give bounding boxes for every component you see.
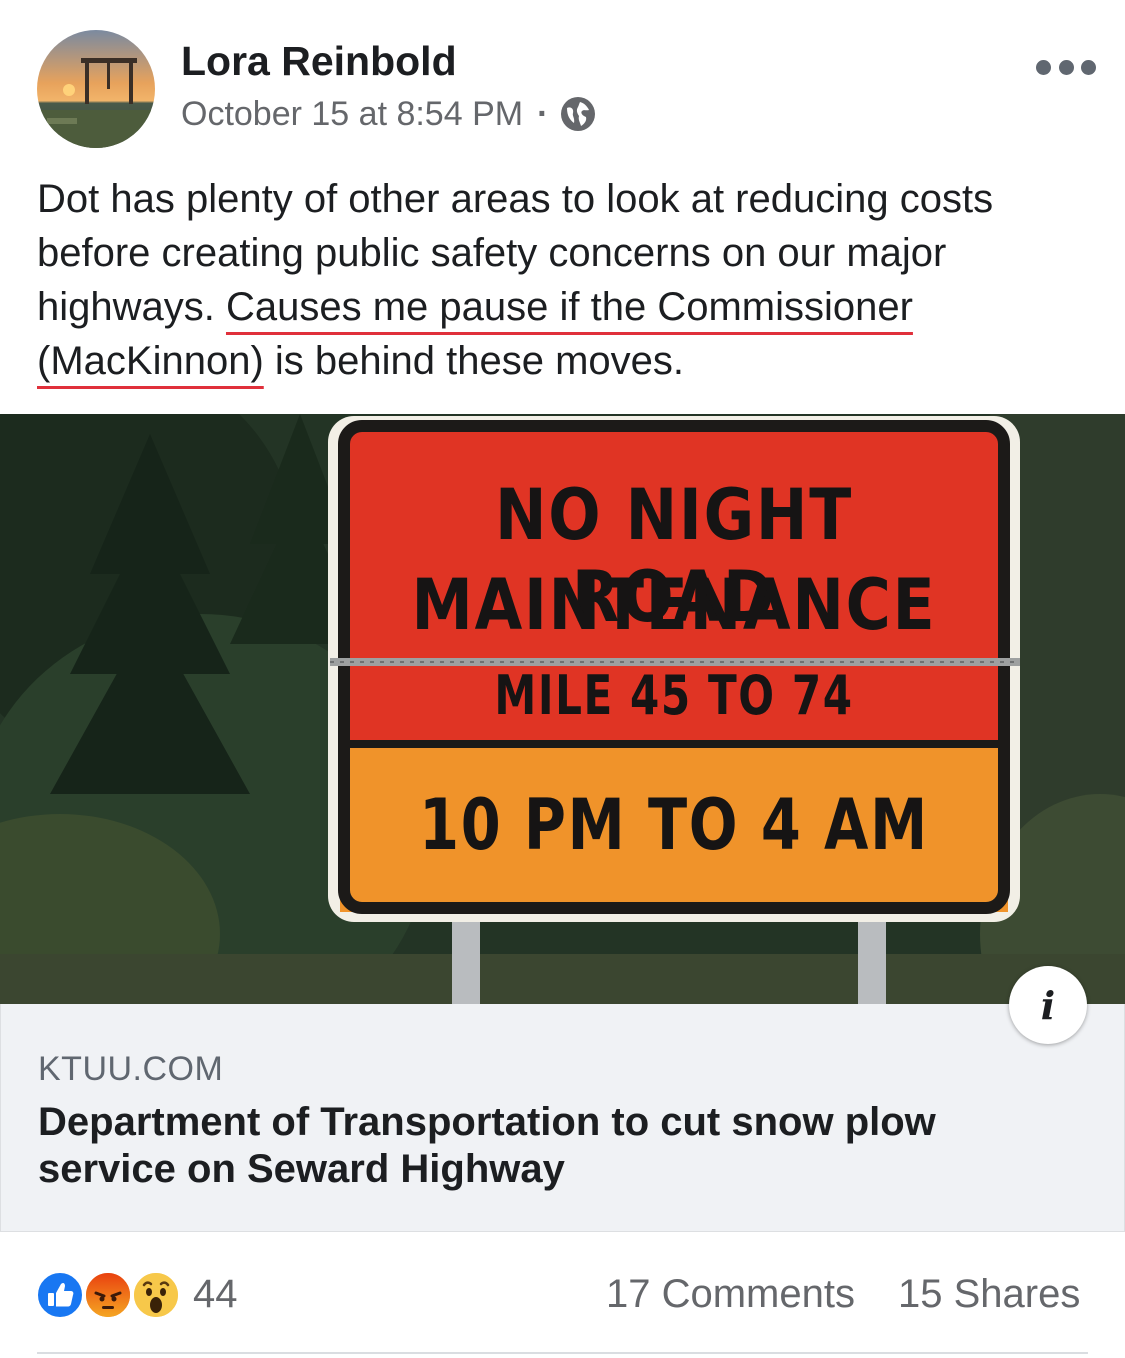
like-icon xyxy=(35,1270,85,1320)
more-options-button[interactable] xyxy=(1036,52,1096,82)
link-preview-card[interactable]: NO NIGHT ROAD MAINTENANCE MILE 45 TO 74 … xyxy=(0,414,1125,1232)
angry-icon xyxy=(83,1270,133,1320)
link-domain: KTUU.COM xyxy=(38,1050,224,1088)
sign-line-2: MAINTENANCE xyxy=(411,564,937,646)
link-caption[interactable]: KTUU.COM Department of Transportation to… xyxy=(0,1004,1125,1232)
post-text: Dot has plenty of other areas to look at… xyxy=(37,172,1097,388)
link-title[interactable]: Department of Transportation to cut snow… xyxy=(38,1099,1038,1193)
post-header: Lora Reinbold October 15 at 8:54 PM · xyxy=(0,0,1125,170)
more-dot xyxy=(1036,59,1051,75)
globe-icon xyxy=(560,96,596,132)
reaction-count[interactable]: 44 xyxy=(193,1272,238,1317)
author-avatar[interactable] xyxy=(37,30,155,148)
preview-image[interactable]: NO NIGHT ROAD MAINTENANCE MILE 45 TO 74 … xyxy=(0,414,1125,1004)
meta-separator: · xyxy=(537,94,549,133)
info-button[interactable]: i xyxy=(1009,966,1087,1044)
more-dot xyxy=(1081,59,1096,75)
author-name[interactable]: Lora Reinbold xyxy=(181,38,457,85)
post-text-tail: is behind these moves. xyxy=(263,339,684,383)
reactions-bar: 44 17 Comments 15 Shares xyxy=(0,1232,1125,1358)
more-dot xyxy=(1058,59,1074,75)
post-meta: October 15 at 8:54 PM · xyxy=(181,94,596,134)
post-timestamp[interactable]: October 15 at 8:54 PM xyxy=(181,95,523,134)
comments-link[interactable]: 17 Comments xyxy=(606,1272,855,1317)
wow-icon xyxy=(131,1270,181,1320)
shares-link[interactable]: 15 Shares xyxy=(898,1272,1080,1317)
reaction-icons[interactable] xyxy=(35,1270,185,1320)
sign-line-3: MILE 45 TO 74 xyxy=(494,664,854,727)
sign-line-4: 10 PM TO 4 AM xyxy=(419,784,929,866)
bottom-divider xyxy=(37,1352,1088,1354)
